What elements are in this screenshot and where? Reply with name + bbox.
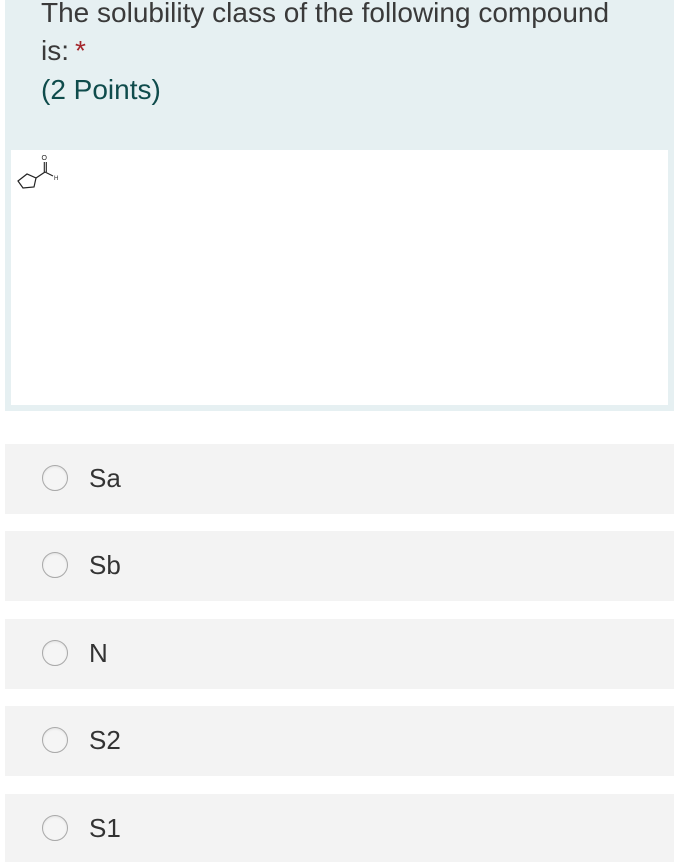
question-card: The solubility class of the following co… [5,0,674,411]
question-text: The solubility class of the following co… [41,0,610,66]
choice-option-sa[interactable]: Sa [5,444,674,514]
question-points: (2 Points) [41,74,161,105]
choice-label: S1 [89,813,121,843]
radio-button[interactable] [42,815,68,841]
cyclopentane-ring [17,173,37,189]
bond-aldehyde-h [44,171,54,177]
question-title: The solubility class of the following co… [41,0,641,70]
choice-option-s2[interactable]: S2 [5,706,674,776]
atom-hydrogen: H [54,176,58,182]
required-marker: * [75,35,86,66]
question-image: O H [11,150,668,405]
choice-label: N [89,638,108,668]
choice-option-s1[interactable]: S1 [5,794,674,862]
radio-button[interactable] [42,465,68,491]
cyclopentanecarbaldehyde-structure: O H [17,155,58,189]
radio-button[interactable] [42,640,68,666]
choice-label: Sb [89,550,121,580]
choice-label: S2 [89,725,121,755]
radio-button[interactable] [42,727,68,753]
radio-button[interactable] [42,552,68,578]
bond-ring-carbon [35,171,46,179]
choice-option-n[interactable]: N [5,619,674,689]
form-page: The solubility class of the following co… [0,0,699,862]
choice-option-sb[interactable]: Sb [5,531,674,601]
choice-label: Sa [89,463,121,493]
atom-oxygen: O [42,155,48,162]
